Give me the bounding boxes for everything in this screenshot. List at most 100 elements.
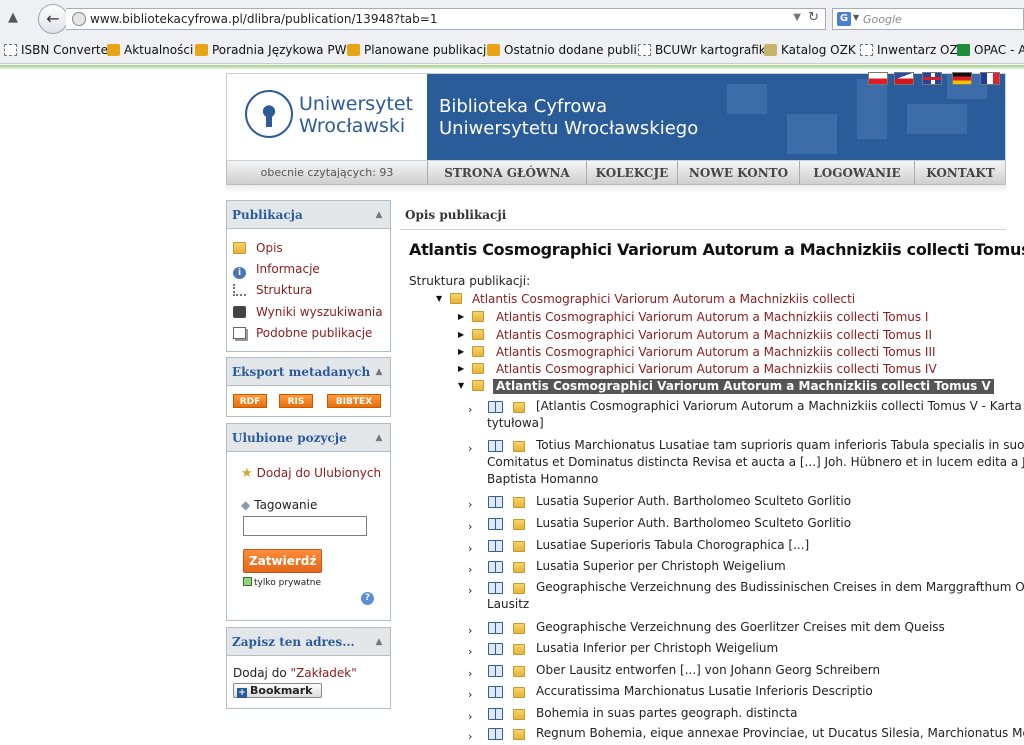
tree-child-label-cont[interactable]: Lausitz — [487, 597, 529, 612]
submit-tag-button[interactable]: Zatwierdź — [243, 549, 323, 573]
folder-icon — [513, 729, 525, 740]
nav-contact[interactable]: KONTAKT — [914, 161, 1006, 185]
bookmark-aktualnosci[interactable]: Aktualności — [107, 43, 193, 57]
tree-selected-label[interactable]: Atlantis Cosmographici Variorum Autorum … — [493, 379, 994, 394]
nav-collections[interactable]: KOLEKCJE — [586, 161, 677, 185]
collapsed-arrow-icon[interactable]: ▶ — [458, 312, 464, 321]
library-banner[interactable]: Biblioteka Cyfrowa Uniwersytetu Wrocławs… — [427, 74, 1005, 160]
expanded-arrow-icon[interactable]: ▼ — [458, 381, 464, 390]
site-identity-icon[interactable]: ▲ — [8, 10, 26, 26]
book-icon — [488, 561, 503, 573]
menu-item-podobne[interactable]: Podobne publikacje — [233, 326, 372, 340]
menu-item-wyniki[interactable]: Wyniki wyszukiwania — [233, 305, 383, 319]
expand-chevron-icon[interactable]: › — [468, 442, 472, 455]
menu-item-opis[interactable]: Opis — [233, 241, 283, 255]
tree-child-label[interactable]: Ober Lausitz entworfen [...] von Johann … — [536, 663, 880, 678]
bookmarks-link[interactable]: "Zakładek" — [290, 666, 356, 680]
tree-child-label[interactable]: Accuratissima Marchionatus Lusatie Infer… — [536, 684, 873, 699]
expand-chevron-icon[interactable]: › — [468, 563, 472, 576]
bookmark-ostatnio[interactable]: Ostatnio dodane publi... — [487, 43, 648, 57]
tree-child-label[interactable]: Regnum Bohemia, eique annexae Provinciae… — [536, 726, 1024, 741]
url-bar[interactable]: www.bibliotekacyfrowa.pl/dlibra/publicat… — [66, 8, 826, 30]
tree-child-label[interactable]: Lusatia Inferior per Christoph Weigelium — [536, 641, 778, 656]
expand-chevron-icon[interactable]: › — [468, 710, 472, 723]
nav-new-account[interactable]: NOWE KONTO — [677, 161, 799, 185]
tree-child-label[interactable]: Geographische Verzeichnung des Budissini… — [536, 580, 1024, 595]
export-rdf-button[interactable]: RDF — [233, 394, 267, 408]
expand-chevron-icon[interactable]: › — [468, 624, 472, 637]
bookmark-bcuwr[interactable]: BCUWr kartografika — [638, 43, 773, 57]
menu-item-struktura[interactable]: Struktura — [233, 283, 312, 297]
tree-child-label-cont[interactable]: Comitatus et Dominatus distincta Revisa … — [487, 455, 1024, 470]
tree-child-label[interactable]: Lusatia Superior per Christoph Weigelium — [536, 559, 786, 574]
expand-chevron-icon[interactable]: › — [468, 403, 472, 416]
collapsed-arrow-icon[interactable]: ▶ — [458, 330, 464, 339]
tree-volume-label[interactable]: Atlantis Cosmographici Variorum Autorum … — [496, 345, 936, 360]
url-text[interactable]: www.bibliotekacyfrowa.pl/dlibra/publicat… — [90, 12, 437, 26]
bookmark-poradnia[interactable]: Poradnia Językowa PWN — [195, 43, 355, 57]
export-panel-header[interactable]: Eksport metadanych ▲ — [227, 358, 390, 386]
expand-chevron-icon[interactable]: › — [468, 730, 472, 743]
tree-volume-label[interactable]: Atlantis Cosmographici Variorum Autorum … — [496, 310, 928, 325]
reload-icon[interactable]: ↻ — [808, 10, 819, 25]
university-logo[interactable]: Uniwersytet Wrocławski — [235, 86, 425, 150]
expand-chevron-icon[interactable]: › — [468, 542, 472, 555]
collapse-icon[interactable]: ▲ — [374, 367, 384, 377]
google-icon[interactable]: G — [837, 12, 851, 26]
collapse-icon[interactable]: ▲ — [374, 433, 384, 443]
bookmark-inwentarz[interactable]: Inwentarz OZK — [860, 43, 966, 57]
tree-child-label-cont[interactable]: tytułowa] — [487, 416, 544, 431]
flag-cz-icon[interactable] — [894, 72, 914, 85]
collapsed-arrow-icon[interactable]: ▶ — [458, 364, 464, 373]
expand-chevron-icon[interactable]: › — [468, 520, 472, 533]
add-to-favorites-link[interactable]: ★ Dodaj do Ulubionych — [241, 466, 381, 481]
tree-child-label[interactable]: Lusatiae Superioris Tabula Chorographica… — [536, 538, 809, 553]
bookmark-opac[interactable]: OPAC - A — [957, 43, 1024, 57]
bookmark-isbn-converter[interactable]: ISBN Converter — [4, 43, 113, 57]
nav-home[interactable]: STRONA GŁÓWNA — [427, 161, 586, 185]
search-input[interactable]: Google — [863, 13, 902, 26]
search-bar[interactable]: G ▼ Google — [832, 8, 1024, 30]
tree-root-label[interactable]: Atlantis Cosmographici Variorum Autorum … — [472, 292, 855, 307]
expand-chevron-icon[interactable]: › — [468, 498, 472, 511]
tag-input[interactable] — [243, 516, 367, 536]
bookmark-planowane[interactable]: Planowane publikacje — [347, 43, 494, 57]
export-bibtex-button[interactable]: BIBTEX — [327, 394, 381, 408]
collapse-icon[interactable]: ▲ — [374, 637, 384, 647]
tree-child-label[interactable]: Lusatia Superior Auth. Bartholomeo Scult… — [536, 494, 851, 509]
folder-icon — [513, 583, 525, 594]
save-address-panel-header[interactable]: Zapisz ten adres... ▲ — [227, 628, 390, 656]
expand-chevron-icon[interactable]: › — [468, 667, 472, 680]
tree-child-label[interactable]: Totius Marchionatus Lusatiae tam suprior… — [536, 438, 1024, 453]
tree-child-label[interactable]: Lusatia Superior Auth. Bartholomeo Scult… — [536, 516, 851, 531]
nav-login[interactable]: LOGOWANIE — [799, 161, 914, 185]
favorites-panel-header[interactable]: Ulubione pozycje ▲ — [227, 424, 390, 452]
private-only-option[interactable]: tylko prywatne — [243, 577, 321, 588]
export-ris-button[interactable]: RIS — [279, 394, 313, 408]
expand-chevron-icon[interactable]: › — [468, 584, 472, 597]
expand-chevron-icon[interactable]: › — [468, 688, 472, 701]
back-button[interactable]: ← — [38, 4, 68, 34]
expanded-arrow-icon[interactable]: ▼ — [436, 294, 442, 303]
bookmark-button[interactable]: + Bookmark — [233, 683, 322, 698]
private-only-checkbox[interactable] — [243, 577, 252, 586]
bookmark-katalog[interactable]: Katalog OZK — [764, 43, 856, 57]
publication-panel-header[interactable]: Publikacja ▲ — [227, 201, 390, 229]
flag-fr-icon[interactable] — [980, 72, 1000, 85]
tree-child-label[interactable]: Bohemia in suas partes geograph. distinc… — [536, 706, 797, 721]
flag-de-icon[interactable] — [952, 72, 972, 85]
tree-child-label-cont[interactable]: Baptista Homanno — [487, 472, 598, 487]
help-icon[interactable]: ? — [361, 592, 374, 605]
search-engine-dropdown-icon[interactable]: ▼ — [853, 13, 859, 22]
tree-volume-label[interactable]: Atlantis Cosmographici Variorum Autorum … — [496, 362, 937, 377]
expand-chevron-icon[interactable]: › — [468, 645, 472, 658]
tree-child-label[interactable]: Geographische Verzeichnung des Goerlitze… — [536, 620, 945, 635]
flag-pl-icon[interactable] — [868, 72, 888, 85]
tree-child-label[interactable]: [Atlantis Cosmographici Variorum Autorum… — [536, 399, 1022, 414]
url-dropdown-icon[interactable]: ▼ — [793, 12, 801, 23]
menu-item-informacje[interactable]: i Informacje — [233, 262, 320, 279]
tree-volume-label[interactable]: Atlantis Cosmographici Variorum Autorum … — [496, 328, 932, 343]
flag-gb-icon[interactable] — [922, 72, 942, 85]
collapsed-arrow-icon[interactable]: ▶ — [458, 347, 464, 356]
collapse-icon[interactable]: ▲ — [374, 210, 384, 220]
